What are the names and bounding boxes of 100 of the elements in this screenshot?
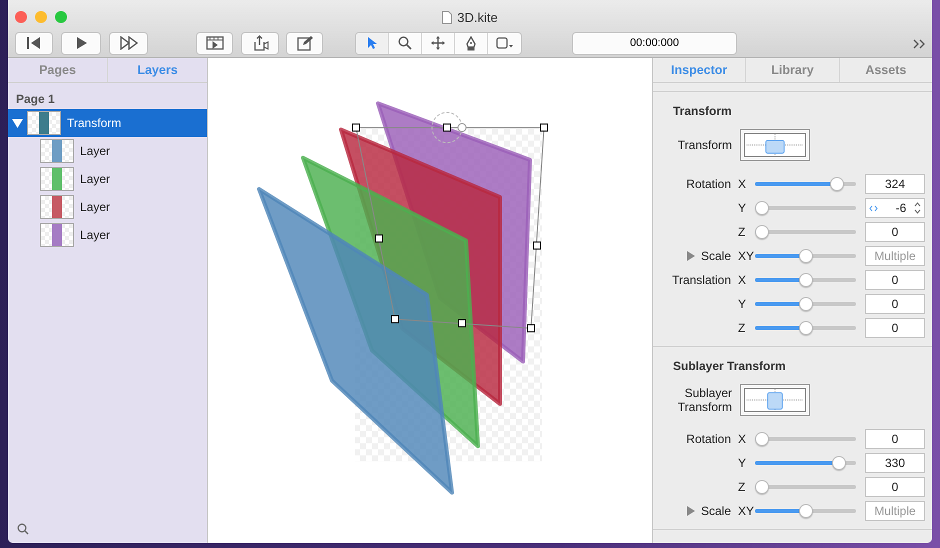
close-button[interactable] — [15, 11, 27, 23]
axis-label: XY — [737, 503, 755, 520]
layer-name: Transform — [67, 115, 122, 132]
layer-thumbnail — [40, 139, 74, 163]
number-field[interactable]: 0 — [865, 270, 925, 290]
stepper-arrows-icon — [914, 202, 921, 214]
axis-label: XY — [737, 248, 755, 265]
slider-thumb[interactable] — [830, 177, 844, 191]
axis-label: Y — [737, 296, 748, 313]
axis-label: Z — [737, 479, 746, 496]
number-field[interactable]: 330 — [865, 453, 925, 473]
axis-label: X — [737, 272, 748, 289]
shape-icon — [496, 36, 514, 50]
move-icon — [431, 36, 445, 50]
slider-thumb[interactable] — [755, 432, 769, 446]
disclosure-triangle-icon[interactable] — [12, 118, 23, 128]
number-field[interactable]: Multiple — [865, 501, 925, 521]
layer-thumbnail — [40, 195, 74, 219]
transform-preview[interactable] — [740, 129, 810, 161]
zoom-button[interactable] — [55, 11, 67, 23]
slider-thumb[interactable] — [755, 201, 769, 215]
slider-thumb[interactable] — [798, 504, 812, 518]
axis-label: X — [737, 431, 748, 448]
selection-frame[interactable] — [352, 112, 548, 332]
slider[interactable] — [755, 456, 856, 470]
preview-button[interactable] — [196, 32, 233, 54]
axis-label: Z — [737, 224, 746, 241]
layer-row[interactable]: Layer — [8, 221, 207, 249]
property-label: Scale — [700, 248, 731, 265]
property-label: Scale — [700, 503, 731, 520]
play-button[interactable] — [61, 32, 101, 54]
number-field[interactable]: 0 — [865, 429, 925, 449]
layer-name: Layer — [80, 171, 110, 188]
pointer-icon — [366, 36, 378, 50]
transform-preview[interactable] — [740, 384, 810, 416]
axis-label: Y — [737, 200, 748, 217]
preview-label: Sublayer Transform — [676, 386, 732, 414]
layer-row[interactable]: Layer — [8, 165, 207, 193]
slider[interactable] — [755, 321, 856, 335]
page-label: Page 1 — [15, 91, 56, 108]
edit-icon — [296, 35, 312, 51]
tool-segmented-control[interactable] — [355, 32, 522, 54]
slider-thumb[interactable] — [832, 456, 846, 470]
number-field[interactable]: 0 — [865, 477, 925, 497]
skip-back-icon — [26, 36, 42, 50]
slider[interactable] — [755, 177, 856, 191]
slider[interactable] — [755, 201, 856, 215]
slider-thumb[interactable] — [755, 480, 769, 494]
number-field[interactable]: 0 — [865, 294, 925, 314]
slider[interactable] — [755, 273, 856, 287]
slider[interactable] — [755, 225, 856, 239]
pointer-tool[interactable] — [356, 32, 389, 54]
timecode-display[interactable]: 00:00:000 — [572, 32, 737, 54]
layer-row[interactable]: Layer — [8, 193, 207, 221]
preview-label: Transform — [676, 138, 732, 152]
number-field[interactable]: 0 — [865, 222, 925, 242]
slider-thumb[interactable] — [798, 249, 812, 263]
film-icon — [206, 36, 224, 50]
layer-name: Layer — [80, 143, 110, 160]
play-icon — [74, 36, 88, 50]
section-title: Transform — [672, 103, 733, 120]
disclosure-triangle-icon[interactable] — [686, 251, 695, 261]
layer-row[interactable]: Layer — [8, 137, 207, 165]
axis-label: Z — [737, 320, 746, 337]
number-field[interactable]: 324 — [865, 174, 925, 194]
axis-label: X — [737, 176, 748, 193]
slider[interactable] — [755, 432, 856, 446]
window-title: 3D.kite — [457, 9, 498, 27]
layer-name: Layer — [80, 227, 110, 244]
skip-back-button[interactable] — [15, 32, 53, 54]
stepper-field[interactable]: -6 — [865, 198, 925, 218]
disclosure-triangle-icon[interactable] — [686, 506, 695, 516]
number-field[interactable]: Multiple — [865, 246, 925, 266]
export-button[interactable] — [241, 32, 279, 54]
fast-forward-icon — [118, 36, 138, 50]
chevron-icon[interactable] — [913, 38, 926, 49]
layer-thumbnail — [27, 111, 61, 135]
slider-thumb[interactable] — [798, 273, 812, 287]
slider-thumb[interactable] — [798, 321, 812, 335]
property-label: Translation — [672, 272, 731, 289]
slider[interactable] — [755, 297, 856, 311]
slider-thumb[interactable] — [798, 297, 812, 311]
slider-thumb[interactable] — [755, 225, 769, 239]
section-title: Sublayer Transform — [672, 358, 787, 375]
slider[interactable] — [755, 249, 856, 263]
slider[interactable] — [755, 504, 856, 518]
slider[interactable] — [755, 480, 856, 494]
layer-row[interactable]: Transform — [8, 109, 207, 137]
layer-thumbnail — [40, 223, 74, 247]
search-icon[interactable] — [17, 523, 29, 535]
property-label: Rotation — [686, 431, 731, 448]
layer-name: Layer — [80, 199, 110, 216]
field-value: -6 — [896, 200, 906, 217]
layer-thumbnail — [40, 167, 74, 191]
edit-button[interactable] — [286, 32, 323, 54]
axis-label: Y — [737, 455, 748, 472]
property-label: Rotation — [686, 176, 731, 193]
number-field[interactable]: 0 — [865, 318, 925, 338]
fast-forward-button[interactable] — [109, 32, 148, 54]
pen-icon — [465, 36, 477, 50]
